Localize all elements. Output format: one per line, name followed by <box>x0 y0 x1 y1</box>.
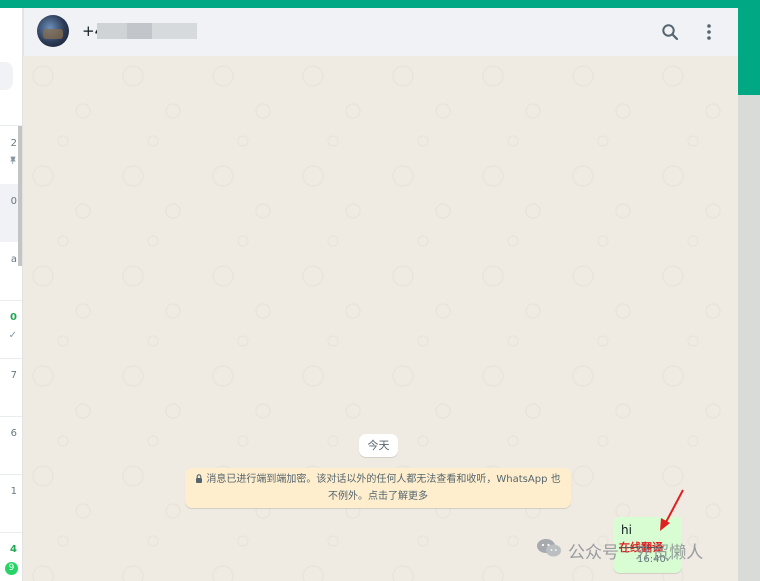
chat-time: 4 <box>10 544 17 555</box>
chat-list-item[interactable]: 7 <box>0 358 18 416</box>
chat-time: 1 <box>10 486 17 497</box>
date-separator: 今天 <box>359 434 398 457</box>
chat-list-sidebar[interactable]: 2 0 a 0 ✓ 7 6 1 4 9 <box>0 8 23 581</box>
chat-list-item[interactable]: a <box>0 242 18 300</box>
chat-time: a <box>10 254 17 265</box>
unread-badge: 9 <box>5 562 18 575</box>
app-top-bar <box>0 0 760 8</box>
chat-list-item[interactable]: 1 <box>0 474 18 532</box>
redacted-region <box>97 23 197 39</box>
app-background-accent <box>738 8 760 95</box>
chat-time: 0 <box>10 196 17 207</box>
app-background <box>738 95 760 581</box>
chat-list-item[interactable]: 0 ✓ <box>0 300 18 358</box>
chat-list-item[interactable]: 4 9 <box>0 532 18 581</box>
chat-list-item[interactable]: 6 <box>0 416 18 474</box>
conversation-panel: +4 000 今天 消息已进行端到端加密。该对话以外的任何人都无法查看和收听，W… <box>23 8 738 581</box>
encryption-notice[interactable]: 消息已进行端到端加密。该对话以外的任何人都无法查看和收听，WhatsApp 也不… <box>185 468 571 508</box>
chat-list-item[interactable]: 2 <box>0 126 18 184</box>
watermark-text: 公众号 · 外贸懒人 <box>568 542 704 563</box>
message-text: hi <box>621 523 632 537</box>
chat-time: 0 <box>10 312 17 323</box>
chat-time: 7 <box>10 370 17 381</box>
lock-icon <box>195 473 203 489</box>
annotation-arrow-icon <box>660 489 684 531</box>
chat-time: 2 <box>10 138 17 149</box>
chat-status: ✓ <box>8 330 17 341</box>
chat-list-item-active[interactable]: 0 <box>0 184 18 242</box>
wechat-icon <box>536 538 562 563</box>
pin-icon <box>9 156 17 168</box>
search-icon[interactable] <box>658 20 682 44</box>
contact-avatar[interactable] <box>37 15 69 47</box>
watermark: 公众号 · 外贸懒人 <box>536 538 704 563</box>
conversation-header[interactable]: +4 000 <box>23 8 738 56</box>
chat-search-input[interactable] <box>0 62 13 90</box>
chat-time: 6 <box>10 428 17 439</box>
more-options-icon[interactable] <box>697 20 721 44</box>
encryption-notice-text: 消息已进行端到端加密。该对话以外的任何人都无法查看和收听，WhatsApp 也不… <box>206 474 561 502</box>
